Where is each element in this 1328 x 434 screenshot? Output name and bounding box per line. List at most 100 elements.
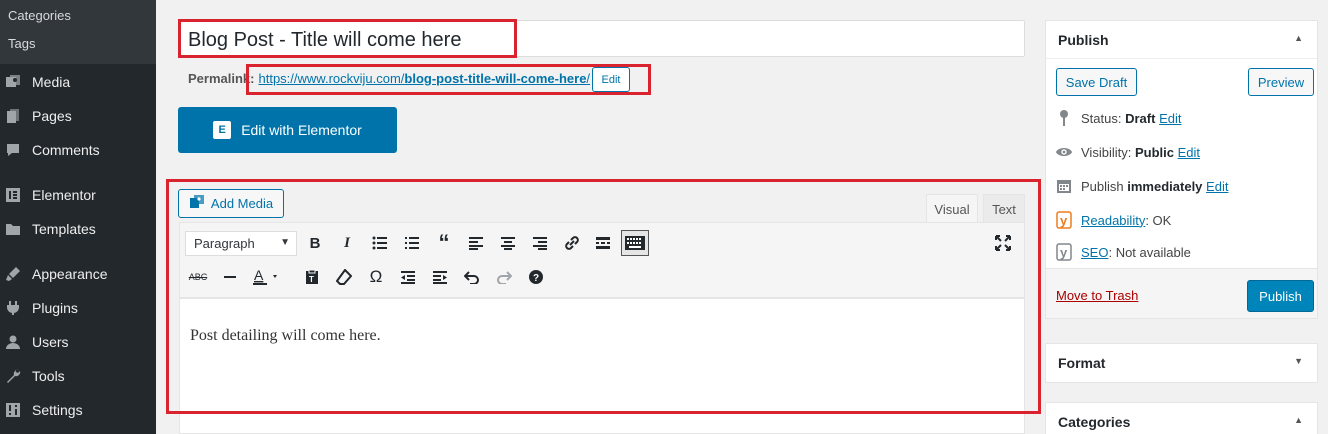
expand-arrow-icon[interactable]: ▼: [1294, 356, 1303, 366]
sidebar-item-label: Elementor: [32, 187, 96, 203]
sidebar-item-pages[interactable]: Pages: [0, 99, 156, 133]
permalink-base: https://www.rockviju.com/: [258, 71, 405, 86]
tab-visual[interactable]: Visual: [926, 194, 978, 223]
strikethrough-icon[interactable]: ABC: [186, 265, 210, 289]
indent-icon[interactable]: [428, 265, 452, 289]
post-title-input[interactable]: Blog Post - Title will come here: [180, 20, 1025, 57]
sidebar-item-templates[interactable]: Templates: [0, 212, 156, 246]
categories-box: Categories ▲: [1045, 402, 1318, 434]
admin-sidebar: Categories Tags Media Pages Comments Ele…: [0, 0, 156, 434]
seo-row: y SEO: Not available: [1055, 243, 1191, 261]
categories-box-title: Categories: [1058, 414, 1131, 430]
blockquote-icon[interactable]: “: [432, 230, 456, 255]
sidebar-item-plugins[interactable]: Plugins: [0, 291, 156, 325]
format-select[interactable]: Paragraph ▼: [185, 231, 297, 256]
clear-formatting-icon[interactable]: [332, 265, 356, 289]
yoast-seo-icon: y: [1055, 243, 1073, 261]
permalink-edit-button[interactable]: Edit: [592, 67, 630, 92]
italic-icon[interactable]: I: [335, 231, 359, 255]
svg-text:A: A: [254, 268, 264, 283]
publish-time-label: Publish: [1081, 178, 1124, 194]
tab-text[interactable]: Text: [983, 194, 1025, 223]
submenu-item-tags[interactable]: Tags: [8, 36, 35, 51]
settings-icon: [4, 401, 22, 419]
sidebar-item-users[interactable]: Users: [0, 325, 156, 359]
publish-time-edit-link[interactable]: Edit: [1206, 179, 1228, 194]
bold-icon[interactable]: B: [303, 231, 327, 255]
collapse-arrow-icon[interactable]: ▲: [1294, 33, 1303, 43]
save-draft-button[interactable]: Save Draft: [1056, 68, 1137, 96]
elementor-button-label: Edit with Elementor: [241, 122, 362, 138]
add-media-icon: [189, 194, 205, 213]
sidebar-item-elementor[interactable]: Elementor: [0, 178, 156, 212]
insert-link-icon[interactable]: [560, 231, 584, 255]
format-box-header[interactable]: Format ▼: [1046, 344, 1317, 382]
sidebar-item-label: Comments: [32, 142, 100, 158]
sidebar-item-tools[interactable]: Tools: [0, 359, 156, 393]
horizontal-line-icon[interactable]: [218, 265, 242, 289]
add-media-button[interactable]: Add Media: [178, 189, 284, 218]
readability-link[interactable]: Readability: [1081, 213, 1145, 228]
appearance-icon: [4, 265, 22, 283]
edit-with-elementor-button[interactable]: E Edit with Elementor: [178, 107, 397, 153]
seo-link[interactable]: SEO: [1081, 245, 1108, 260]
align-center-icon[interactable]: [496, 231, 520, 255]
fullscreen-icon[interactable]: [991, 231, 1015, 255]
undo-icon[interactable]: [460, 265, 484, 289]
numbered-list-icon[interactable]: [400, 231, 424, 255]
svg-text:y: y: [1060, 245, 1068, 260]
editor-content-text: Post detailing will come here.: [190, 327, 381, 344]
sidebar-item-appearance[interactable]: Appearance: [0, 257, 156, 291]
help-icon[interactable]: ?: [524, 265, 548, 289]
special-character-icon[interactable]: Ω: [364, 265, 388, 289]
publish-box-title: Publish: [1058, 31, 1109, 48]
preview-button[interactable]: Preview: [1248, 68, 1314, 96]
categories-box-header[interactable]: Categories ▲: [1046, 403, 1317, 434]
permalink-row: Permalink: https://www.rockviju.com/blog…: [188, 71, 590, 86]
users-icon: [4, 333, 22, 351]
sidebar-item-label: Users: [32, 334, 69, 350]
text-color-icon[interactable]: A: [250, 265, 280, 289]
status-value: Draft: [1125, 110, 1156, 126]
permalink-trail: /: [586, 71, 591, 86]
format-select-value: Paragraph: [194, 236, 255, 251]
status-edit-link[interactable]: Edit: [1159, 111, 1181, 126]
svg-text:?: ?: [533, 273, 539, 284]
readability-row: y Readability: OK: [1055, 211, 1171, 229]
permalink-label: Permalink:: [188, 71, 255, 86]
sidebar-item-media[interactable]: Media: [0, 65, 156, 99]
permalink-link[interactable]: https://www.rockviju.com/blog-post-title…: [258, 71, 590, 86]
editor-content-area[interactable]: Post detailing will come here.: [179, 298, 1025, 434]
redo-icon[interactable]: [492, 265, 516, 289]
visibility-value: Public: [1134, 144, 1174, 160]
publish-time-row: Publish immediately Edit: [1055, 177, 1228, 195]
collapse-arrow-icon[interactable]: ▲: [1294, 415, 1303, 425]
read-more-icon[interactable]: [591, 231, 615, 255]
publish-box-header[interactable]: Publish ▲: [1046, 21, 1317, 59]
sidebar-item-label: Media: [32, 74, 71, 90]
add-media-label: Add Media: [210, 196, 274, 211]
elementor-icon: [4, 186, 22, 204]
sidebar-item-label: Templates: [32, 221, 96, 237]
align-right-icon[interactable]: [528, 231, 552, 255]
publish-button[interactable]: Publish: [1247, 280, 1314, 312]
bulleted-list-icon[interactable]: [368, 231, 392, 255]
align-left-icon[interactable]: [464, 231, 488, 255]
pin-icon: [1055, 109, 1073, 127]
outdent-icon[interactable]: [396, 265, 420, 289]
sidebar-item-comments[interactable]: Comments: [0, 133, 156, 167]
toolbar-toggle-icon[interactable]: [621, 230, 649, 256]
calendar-icon: [1055, 177, 1073, 195]
templates-icon: [4, 220, 22, 238]
format-box: Format ▼: [1045, 343, 1318, 383]
paste-as-text-icon[interactable]: T: [300, 265, 324, 289]
submenu-item-categories[interactable]: Categories: [8, 8, 71, 23]
visibility-edit-link[interactable]: Edit: [1178, 145, 1200, 160]
readability-value: : OK: [1145, 212, 1172, 228]
posts-submenu: Categories Tags: [0, 0, 156, 64]
format-box-title: Format: [1058, 355, 1106, 371]
svg-text:T: T: [309, 275, 314, 284]
tools-icon: [4, 367, 22, 385]
move-to-trash-link[interactable]: Move to Trash: [1056, 288, 1138, 303]
sidebar-item-settings[interactable]: Settings: [0, 393, 156, 427]
